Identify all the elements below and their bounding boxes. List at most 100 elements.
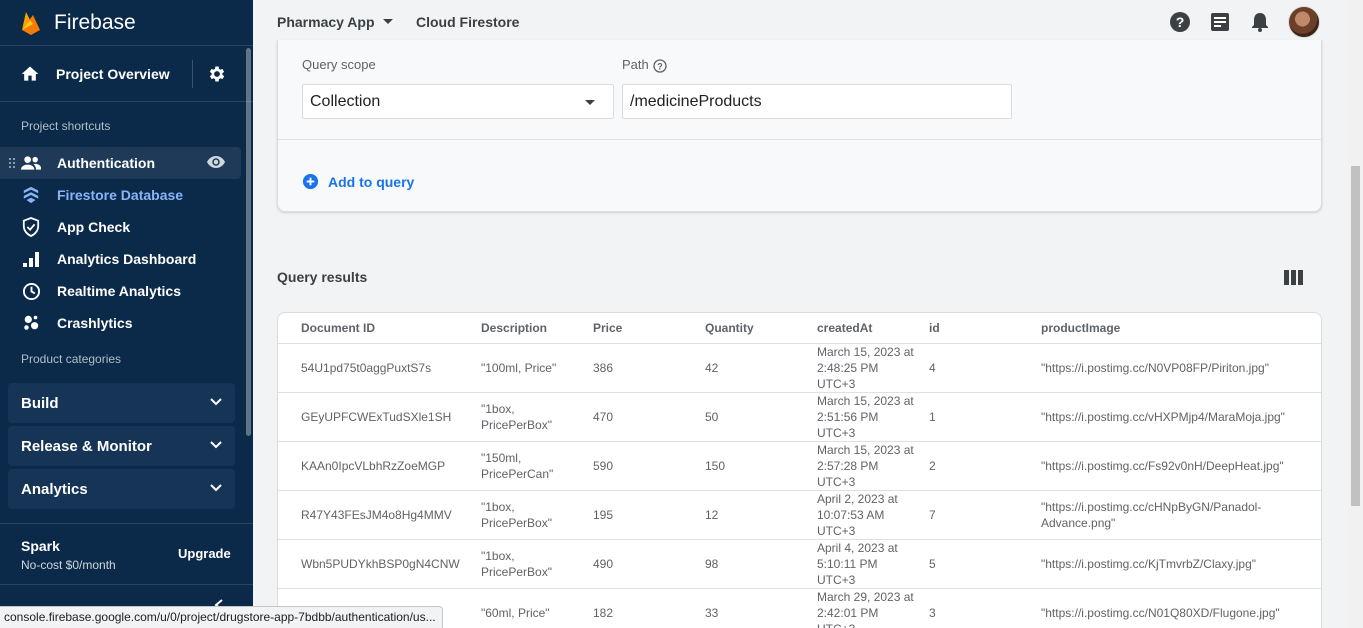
cell-document-id[interactable]: 54U1pd75t0aggPuxtS7s <box>301 360 431 376</box>
breadcrumb[interactable]: Cloud Firestore <box>416 14 519 30</box>
project-overview-label: Project Overview <box>56 65 170 82</box>
scrollbar-thumb[interactable] <box>1351 166 1360 506</box>
cell-product-image: "https://i.postimg.cc/N01Q80XD/Flugone.j… <box>1041 606 1280 620</box>
cell-description: "150ml, PricePerCan" <box>481 451 554 481</box>
path-label: Path <box>622 57 649 72</box>
cell-id: 5 <box>929 557 936 571</box>
path-value: /medicineProducts <box>630 93 762 110</box>
column-header[interactable]: Document ID <box>301 321 375 335</box>
table-row[interactable]: KAAn0IpcVLbhRzZoeMGP "150ml, PricePerCan… <box>278 442 1321 491</box>
cell-price: 590 <box>593 459 614 473</box>
query-scope-label: Query scope <box>302 57 376 72</box>
cell-product-image: "https://i.postimg.cc/KjTmvrbZ/Claxy.jpg… <box>1041 557 1257 571</box>
drag-handle-icon[interactable] <box>8 157 16 169</box>
page-scrollbar[interactable] <box>1348 0 1363 628</box>
column-header[interactable]: Quantity <box>705 321 754 335</box>
help-icon[interactable]: ? <box>1170 12 1190 32</box>
eye-icon[interactable] <box>207 155 225 169</box>
project-overview[interactable]: Project Overview <box>0 46 253 102</box>
cell-created-at: March 29, 2023 at 2:42:01 PM UTC+3 <box>817 590 914 628</box>
cell-quantity: 98 <box>705 557 719 571</box>
category-build[interactable]: Build <box>8 383 235 423</box>
sidebar-scrollbar[interactable] <box>246 48 251 436</box>
bar-chart-icon <box>21 249 41 269</box>
caret-down-icon <box>382 19 393 24</box>
firebase-logo-icon <box>22 11 40 35</box>
view-columns-icon[interactable] <box>1284 270 1303 285</box>
column-header[interactable]: createdAt <box>817 321 872 335</box>
sidebar-item-analytics-dashboard[interactable]: Analytics Dashboard <box>0 243 253 275</box>
sidebar-item-app-check[interactable]: App Check <box>0 211 253 243</box>
upgrade-button[interactable]: Upgrade <box>178 546 231 561</box>
cell-id: 1 <box>929 410 936 424</box>
product-categories-label: Product categories <box>21 352 122 366</box>
query-results-title: Query results <box>277 269 368 285</box>
dropdown-arrow-icon <box>585 100 595 105</box>
cell-document-id[interactable]: R47Y43FEsJM4o8Hg4MMV <box>301 507 452 523</box>
sidebar-item-label: Crashlytics <box>57 315 133 331</box>
column-header[interactable]: productImage <box>1041 321 1120 335</box>
sidebar-item-realtime-analytics[interactable]: Realtime Analytics <box>0 275 253 307</box>
table-row[interactable]: Wbn5PUDYkhBSP0gN4CNW "1box, PricePerBox"… <box>278 540 1321 589</box>
avatar[interactable] <box>1288 6 1320 38</box>
home-icon <box>21 66 39 81</box>
column-header[interactable]: Description <box>481 321 547 335</box>
cell-price: 470 <box>593 410 614 424</box>
table-row[interactable]: 54U1pd75t0aggPuxtS7s "100ml, Price" 386 … <box>278 344 1321 393</box>
add-to-query-label: Add to query <box>328 173 415 190</box>
cell-created-at: April 2, 2023 at 10:07:53 AM UTC+3 <box>817 492 898 538</box>
table-header: Document ID Description Price Quantity c… <box>278 313 1321 344</box>
sidebar-item-label: App Check <box>57 219 131 235</box>
cell-document-id[interactable]: GEyUPFCWExTudSXle1SH <box>301 409 451 425</box>
notifications-icon[interactable] <box>1251 12 1269 32</box>
results-table: Document ID Description Price Quantity c… <box>277 312 1322 628</box>
plan-panel: Spark No-cost $0/month Upgrade <box>0 523 253 585</box>
project-selector[interactable]: Pharmacy App <box>277 14 393 30</box>
svg-text:?: ? <box>657 62 663 72</box>
cell-document-id[interactable]: Wbn5PUDYkhBSP0gN4CNW <box>301 556 460 572</box>
add-to-query-button[interactable]: Add to query <box>302 173 414 190</box>
path-input[interactable]: /medicineProducts <box>622 84 1012 119</box>
cell-id: 7 <box>929 508 936 522</box>
column-header[interactable]: Price <box>593 321 622 335</box>
cell-document-id[interactable]: KAAn0IpcVLbhRzZoeMGP <box>301 458 445 474</box>
cell-created-at: April 4, 2023 at 5:10:11 PM UTC+3 <box>817 541 898 587</box>
table-row[interactable]: R47Y43FEsJM4o8Hg4MMV "1box, PricePerBox"… <box>278 491 1321 540</box>
cell-description: "100ml, Price" <box>481 361 557 375</box>
plan-name: Spark <box>21 538 60 554</box>
query-scope-value: Collection <box>310 93 381 110</box>
category-label: Release & Monitor <box>21 437 152 455</box>
chevron-down-icon <box>210 398 222 406</box>
cell-product-image: "https://i.postimg.cc/cHNpByGN/Panadol-A… <box>1041 500 1262 530</box>
query-scope-select[interactable]: Collection <box>302 84 614 119</box>
sidebar: Firebase Project Overview Project shortc… <box>0 0 253 628</box>
sidebar-item-firestore[interactable]: Firestore Database <box>0 179 253 211</box>
people-icon <box>21 153 41 173</box>
feedback-icon[interactable] <box>1210 12 1230 32</box>
cell-price: 182 <box>593 606 614 620</box>
clock-icon <box>21 281 41 301</box>
cell-created-at: March 15, 2023 at 2:57:28 PM UTC+3 <box>817 443 914 489</box>
category-analytics[interactable]: Analytics <box>8 469 235 509</box>
shortcuts-label: Project shortcuts <box>21 119 111 133</box>
divider <box>278 139 1323 140</box>
firestore-icon <box>21 185 41 205</box>
help-circle-icon[interactable]: ? <box>653 59 667 73</box>
cell-quantity: 50 <box>705 410 719 424</box>
divider <box>192 60 193 88</box>
gear-icon[interactable] <box>207 64 227 84</box>
cell-created-at: March 15, 2023 at 2:51:56 PM UTC+3 <box>817 394 914 440</box>
add-circle-icon <box>302 173 319 190</box>
sidebar-item-crashlytics[interactable]: Crashlytics <box>0 307 253 339</box>
chevron-down-icon <box>210 484 222 492</box>
sidebar-item-authentication[interactable]: Authentication <box>0 147 241 179</box>
svg-text:?: ? <box>1176 14 1185 30</box>
firebase-brand[interactable]: Firebase <box>0 0 253 46</box>
category-release-monitor[interactable]: Release & Monitor <box>8 426 235 466</box>
cell-description: "1box, PricePerBox" <box>481 500 552 530</box>
cell-quantity: 12 <box>705 508 719 522</box>
project-name: Pharmacy App <box>277 14 375 30</box>
table-row[interactable]: GEyUPFCWExTudSXle1SH "1box, PricePerBox"… <box>278 393 1321 442</box>
column-header[interactable]: id <box>929 321 940 335</box>
cell-price: 195 <box>593 508 614 522</box>
